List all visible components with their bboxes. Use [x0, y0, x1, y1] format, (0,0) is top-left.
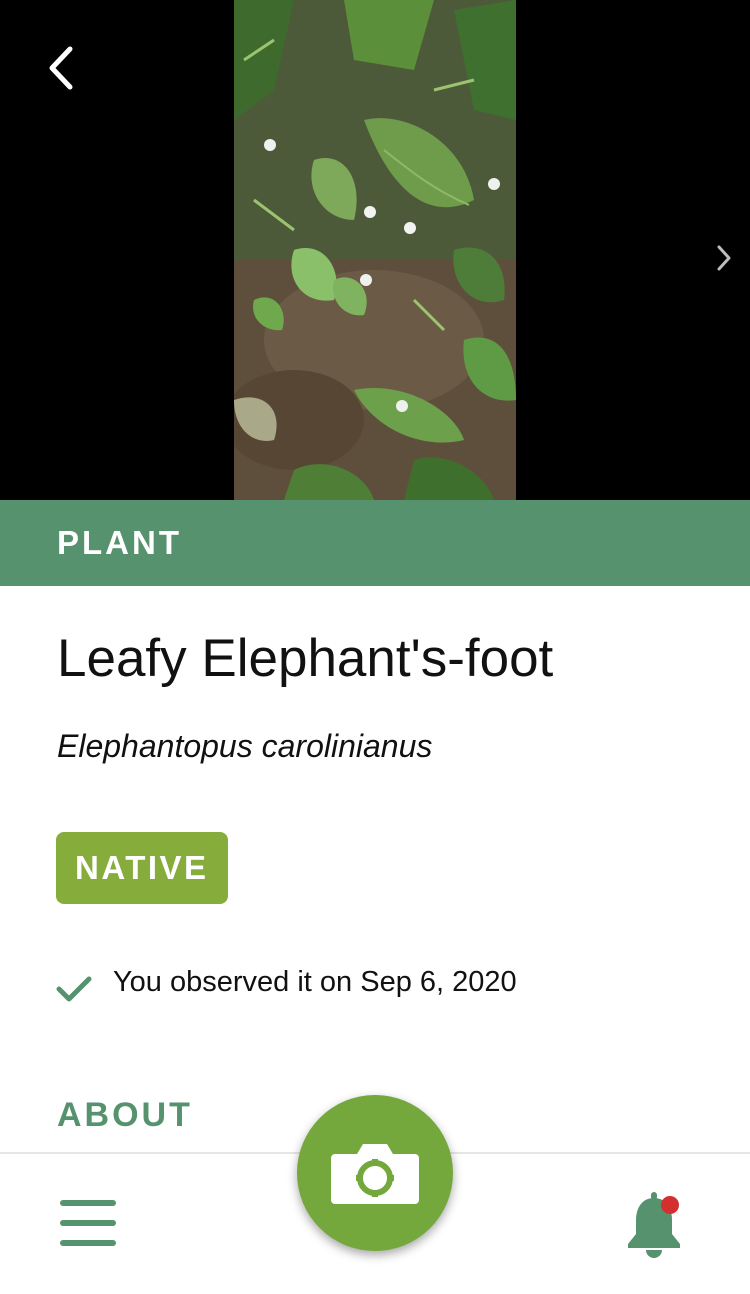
scientific-name: Elephantopus carolinianus: [57, 728, 433, 764]
observed-date-text: You observed it on Sep 6, 2020: [113, 965, 517, 998]
camera-icon: [331, 1144, 419, 1204]
chevron-left-icon: [49, 46, 73, 90]
camera-button[interactable]: [297, 1095, 453, 1251]
native-status-badge: NATIVE: [56, 832, 228, 904]
bell-icon: [628, 1192, 680, 1258]
category-banner: PLANT: [0, 500, 750, 586]
notification-dot: [661, 1196, 679, 1214]
photo-header: [0, 0, 750, 500]
category-label: PLANT: [57, 524, 182, 561]
menu-button[interactable]: [58, 1196, 118, 1250]
back-button[interactable]: [36, 40, 84, 96]
notifications-button[interactable]: [620, 1190, 692, 1260]
chevron-right-icon: [717, 245, 731, 271]
checkmark-icon: [56, 976, 92, 1002]
observation-photo[interactable]: [234, 0, 516, 500]
native-status-label: NATIVE: [75, 849, 209, 886]
plant-photo-image: [234, 0, 516, 500]
common-name: Leafy Elephant's-foot: [57, 629, 554, 688]
observed-status: You observed it on Sep 6, 2020: [56, 958, 517, 1006]
about-section-heading: ABOUT: [57, 1096, 193, 1134]
next-photo-button[interactable]: [706, 236, 742, 280]
